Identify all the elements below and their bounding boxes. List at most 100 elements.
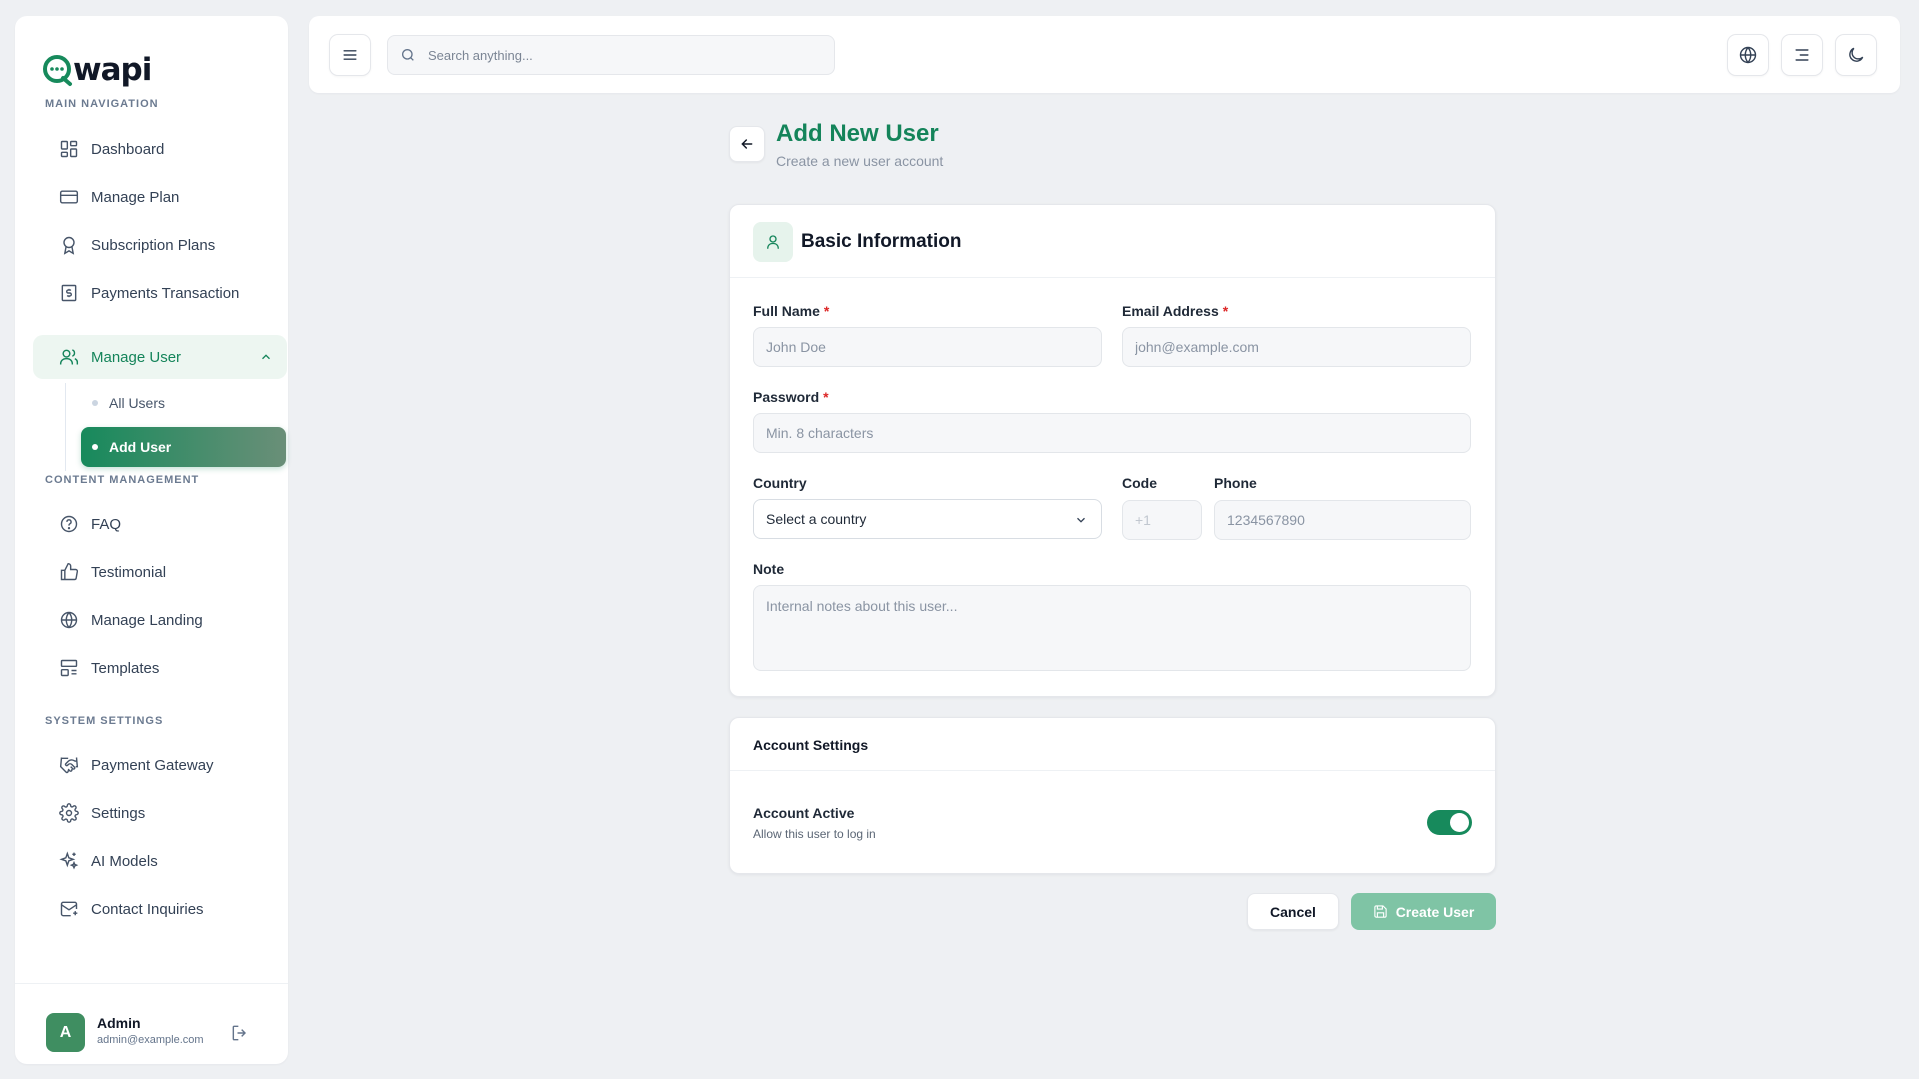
country-label: Country [753, 475, 807, 491]
country-code-field[interactable] [1122, 500, 1202, 540]
sidebar-item-ai-models[interactable]: AI Models [33, 839, 287, 883]
card-title: Account Settings [753, 737, 869, 753]
globe-icon [1739, 46, 1757, 64]
account-active-description: Allow this user to log in [753, 827, 876, 841]
credit-card-icon [59, 190, 79, 204]
account-active-label: Account Active [753, 805, 855, 821]
section-content-management: CONTENT MANAGEMENT [45, 474, 200, 486]
email-field[interactable] [1122, 327, 1471, 367]
sidebar-subitem-add-user[interactable]: Add User [81, 427, 286, 467]
search-input[interactable] [428, 47, 808, 63]
sidebar-item-label: Manage User [91, 348, 182, 366]
sidebar-item-label: Payments Transaction [91, 284, 240, 302]
sidebar-item-manage-landing[interactable]: Manage Landing [33, 598, 287, 642]
sidebar-user-panel: A Admin admin@example.com [15, 983, 288, 1064]
create-user-button[interactable]: Create User [1351, 893, 1496, 930]
arrow-left-icon [741, 139, 753, 149]
page-subtitle: Create a new user account [776, 153, 944, 169]
logout-icon[interactable] [230, 1023, 250, 1043]
required-mark: * [823, 303, 830, 319]
sidebar-subitem-label: Add User [109, 439, 172, 455]
avatar[interactable]: A [46, 1013, 85, 1052]
user-email: admin@example.com [97, 1034, 204, 1046]
layout-icon [60, 659, 78, 677]
card-title: Basic Information [801, 231, 962, 252]
chevron-up-icon [262, 354, 270, 360]
sidebar-subitem-all-users[interactable]: All Users [81, 383, 286, 423]
sidebar-item-testimonial[interactable]: Testimonial [33, 550, 287, 594]
section-main-navigation: MAIN NAVIGATION [45, 98, 159, 110]
basic-information-card: Basic Information Full Name* Email Addre… [729, 204, 1496, 697]
sidebar-item-subscription-plans[interactable]: Subscription Plans [33, 223, 287, 267]
password-field[interactable] [753, 413, 1471, 453]
sidebar-item-label: Payment Gateway [91, 756, 214, 774]
mail-icon [60, 901, 78, 917]
search-bar[interactable] [387, 35, 835, 75]
sidebar: wapi MAIN NAVIGATION Dashboard Manage Pl… [15, 16, 288, 1064]
sidebar-item-manage-plan[interactable]: Manage Plan [33, 175, 287, 219]
back-button[interactable] [729, 126, 765, 162]
menu-toggle-button[interactable] [329, 34, 371, 76]
label-text: Full Name [753, 303, 820, 319]
password-input[interactable] [766, 425, 1470, 441]
sidebar-item-payment-gateway[interactable]: Payment Gateway [33, 743, 287, 787]
account-active-toggle[interactable] [1427, 810, 1472, 835]
brand-logo[interactable]: wapi [41, 40, 152, 100]
full-name-field[interactable] [753, 327, 1102, 367]
cancel-button[interactable]: Cancel [1247, 893, 1339, 930]
award-icon [63, 236, 75, 255]
sidebar-item-label: Settings [91, 804, 146, 822]
bullet-dot [92, 444, 98, 450]
sidebar-item-dashboard[interactable]: Dashboard [33, 127, 287, 171]
phone-input[interactable] [1227, 512, 1470, 528]
country-select[interactable]: Select a country [753, 499, 1102, 539]
sidebar-item-label: Templates [91, 659, 160, 677]
note-label: Note [753, 561, 785, 577]
email-input[interactable] [1135, 339, 1470, 355]
password-label: Password * [753, 389, 829, 405]
card-header: Basic Information [730, 205, 1495, 278]
label-text: Password [753, 389, 820, 405]
align-right-icon [1795, 49, 1809, 61]
top-bar [309, 16, 1900, 93]
page-title: Add New User [776, 120, 939, 147]
label-text: Email Address [1122, 303, 1219, 319]
required-mark: * [1222, 303, 1229, 319]
sidebar-item-label: Testimonial [91, 563, 167, 581]
thumbs-up-icon [60, 562, 79, 581]
language-button[interactable] [1727, 34, 1769, 76]
sidebar-item-templates[interactable]: Templates [33, 646, 287, 690]
phone-field[interactable] [1214, 500, 1471, 540]
country-code-input[interactable] [1135, 512, 1201, 528]
note-field[interactable] [753, 585, 1471, 671]
sidebar-item-manage-user[interactable]: Manage User [33, 335, 287, 379]
moon-icon [1849, 47, 1864, 62]
receipt-icon [61, 284, 77, 302]
full-name-input[interactable] [766, 339, 1101, 355]
sidebar-item-settings[interactable]: Settings [33, 791, 287, 835]
sidebar-item-label: Manage Landing [91, 611, 203, 629]
hamburger-menu-icon [343, 50, 357, 60]
save-icon [1374, 905, 1387, 918]
search-icon [402, 49, 414, 61]
user-icon [767, 235, 779, 249]
create-user-label: Create User [1395, 903, 1475, 920]
section-system-settings: SYSTEM SETTINGS [45, 715, 164, 727]
code-label: Code [1122, 475, 1157, 491]
submenu-guide-line [65, 383, 66, 471]
logo-chat-icon [43, 55, 72, 86]
email-label: Email Address * [1122, 303, 1228, 319]
sidebar-item-faq[interactable]: FAQ [33, 502, 287, 546]
layout-align-button[interactable] [1781, 34, 1823, 76]
card-header: Account Settings [730, 718, 1495, 771]
sidebar-item-label: Manage Plan [91, 188, 180, 206]
sidebar-item-label: Subscription Plans [91, 236, 216, 254]
bullet-dot [92, 400, 98, 406]
brand-name: wapi [73, 52, 152, 88]
sidebar-item-contact-inquiries[interactable]: Contact Inquiries [33, 887, 287, 931]
note-textarea[interactable] [766, 598, 1470, 658]
theme-toggle-button[interactable] [1835, 34, 1877, 76]
help-circle-icon [60, 515, 78, 533]
sidebar-subitem-label: All Users [109, 395, 166, 411]
sidebar-item-payments-transaction[interactable]: Payments Transaction [33, 271, 287, 315]
